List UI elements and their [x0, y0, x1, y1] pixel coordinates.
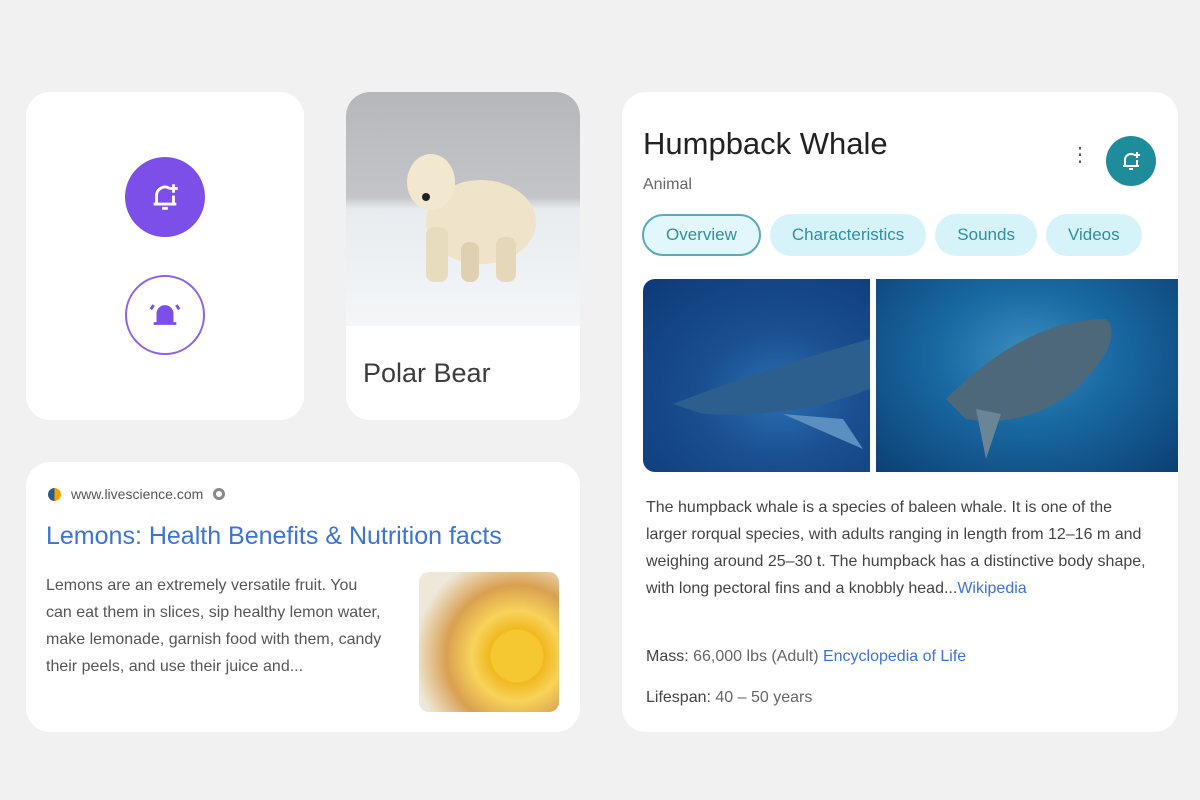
search-result-card[interactable]: www.livescience.com Lemons: Health Benef…	[26, 462, 580, 732]
bell-ring-icon	[149, 304, 181, 325]
settings-icon[interactable]	[213, 488, 226, 500]
site-favicon-icon	[48, 487, 61, 501]
alarm-button[interactable]	[125, 275, 205, 355]
mass-fact: Mass: 66,000 lbs (Adult) Encyclopedia of…	[646, 648, 966, 666]
tab-characteristics[interactable]: Characteristics	[769, 214, 927, 256]
more-options-icon[interactable]: ⋮	[1070, 145, 1090, 165]
lifespan-fact: Lifespan: 40 – 50 years	[646, 689, 812, 707]
polar-bear-card[interactable]: Polar Bear	[346, 92, 580, 420]
bell-plus-icon	[153, 184, 178, 210]
site-url: www.livescience.com	[71, 486, 204, 502]
mass-value: 66,000 lbs (Adult)	[693, 648, 819, 665]
mass-label: Mass:	[646, 648, 689, 665]
tab-overview[interactable]: Overview	[642, 214, 761, 256]
lifespan-label: Lifespan:	[646, 689, 711, 706]
lemon-image	[419, 572, 559, 712]
add-reminder-button[interactable]	[1106, 136, 1156, 186]
panel-title: Humpback Whale	[643, 126, 888, 161]
panel-tabs: Overview Characteristics Sounds Videos	[642, 214, 1142, 256]
polar-bear-image	[346, 92, 580, 326]
site-row: www.livescience.com	[48, 486, 226, 502]
result-title-link[interactable]: Lemons: Health Benefits & Nutrition fact…	[46, 522, 502, 551]
wikipedia-link[interactable]: Wikipedia	[957, 580, 1026, 597]
lifespan-value: 40 – 50 years	[715, 689, 813, 706]
tab-sounds[interactable]: Sounds	[935, 214, 1037, 256]
description-text: The humpback whale is a species of balee…	[646, 499, 1146, 597]
panel-description: The humpback whale is a species of balee…	[646, 494, 1156, 602]
panel-subtitle: Animal	[643, 176, 692, 193]
result-description: Lemons are an extremely versatile fruit.…	[46, 577, 382, 675]
polar-bear-label: Polar Bear	[363, 358, 491, 388]
knowledge-panel: Humpback Whale Animal ⋮ Overview Charact…	[622, 92, 1178, 732]
bell-plus-icon	[1123, 152, 1140, 170]
reminder-card	[26, 92, 304, 420]
whale-image-2[interactable]	[876, 279, 1178, 472]
whale-image-1[interactable]	[643, 279, 870, 472]
add-reminder-button[interactable]	[125, 157, 205, 237]
eol-link[interactable]: Encyclopedia of Life	[823, 648, 966, 665]
tab-videos[interactable]: Videos	[1045, 214, 1142, 256]
